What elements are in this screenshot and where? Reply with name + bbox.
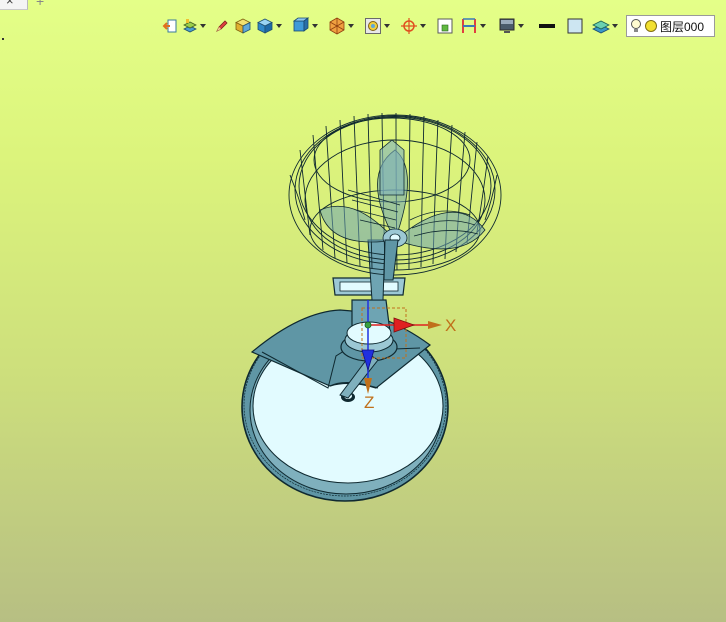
- 3d-viewport[interactable]: × + 图层000 X Z: [0, 0, 726, 622]
- fan-model[interactable]: [0, 0, 726, 622]
- x-axis-label: X: [445, 316, 457, 335]
- z-axis-label: Z: [364, 393, 375, 412]
- fan-neck: [383, 239, 399, 281]
